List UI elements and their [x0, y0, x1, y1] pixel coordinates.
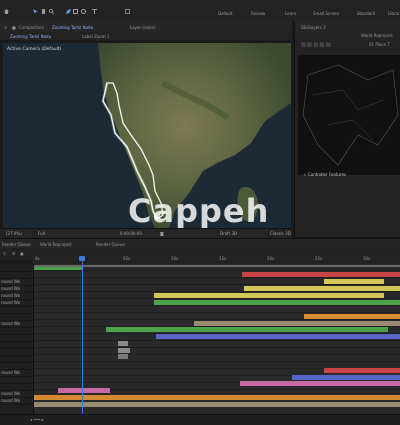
tab-composition-label[interactable]: Composition [19, 25, 44, 30]
snapshot-camera-icon[interactable]: ◙ [160, 231, 164, 236]
timeline-graph-icon[interactable]: ▣ [20, 251, 24, 256]
subtab-label-zoom[interactable]: Label Zoom 1 [82, 34, 109, 39]
close-icon[interactable]: × [4, 25, 7, 30]
timeline-status-bar: ◂ ━━━ ▸ [0, 414, 400, 425]
layer-bar[interactable] [324, 368, 400, 373]
layer-list: round Wo round Wo round Wo round Wo roun… [0, 264, 34, 414]
layer-bar[interactable] [244, 286, 400, 291]
snapping-checkbox-icon[interactable] [125, 9, 130, 14]
timecode-readout[interactable]: 0:00:00:00 [120, 231, 142, 236]
layer-name: round Wo [1, 321, 21, 326]
composition-subtab-bar: Zooming Tamil Nadu Label Zoom 1 [0, 32, 292, 40]
layer-bar[interactable] [106, 327, 388, 332]
resolution-select[interactable]: Full [38, 231, 45, 236]
layer-name: round Wo [1, 398, 21, 403]
layer-name: round Wo [1, 370, 21, 375]
timeline-search-icon[interactable]: ⚲ [3, 251, 6, 256]
composition-icon: ■ [12, 25, 16, 30]
workspace-default[interactable]: Default [218, 11, 233, 16]
world-reproject-label: World Reproject [361, 33, 393, 38]
tab-composition-name[interactable]: Zooming Tamil Nadu [52, 25, 93, 30]
place-label[interactable]: 01 Place T [369, 42, 390, 47]
layer-bar[interactable] [240, 381, 400, 386]
text-icon[interactable] [92, 9, 97, 14]
work-area-bar[interactable] [34, 265, 400, 267]
timeline-switch-icon[interactable]: ⚙ [12, 251, 16, 256]
tick-label: 10s [171, 256, 179, 261]
tick-label: 05s [123, 256, 131, 261]
right-panel-tabs: GEOlayers 3 World Reproject [295, 22, 400, 38]
layer-bar[interactable] [194, 321, 400, 326]
composition-tab-bar: × ■ Composition Zooming Tamil Nadu Layer… [0, 22, 292, 32]
tick-label: 15s [219, 256, 227, 261]
mini-map-preview[interactable] [298, 55, 400, 175]
rectangle-icon[interactable] [73, 9, 78, 14]
rotate-icon[interactable] [81, 9, 86, 14]
time-ruler[interactable]: 0s 05s 10s 15s 20s 25s 30s [33, 256, 400, 264]
active-camera-label: Active Camera (Default) [7, 47, 62, 52]
geolayers-icon-row: ⬛ ⬛ ⬛ ⬛ ⬛ [301, 42, 331, 47]
layer-name: round Wo [1, 279, 21, 284]
zoom-slider-icon[interactable]: ◂ ━━━ ▸ [30, 417, 44, 422]
workspace-libraries[interactable]: Librar [388, 11, 400, 16]
tick-label: 20s [267, 256, 275, 261]
tick-label: 25s [315, 256, 323, 261]
layer-bar[interactable] [118, 348, 130, 353]
selection-icon[interactable] [33, 9, 38, 14]
hand-icon[interactable] [41, 9, 46, 14]
layer-bar[interactable] [154, 293, 384, 298]
pen-icon[interactable] [66, 9, 71, 14]
tick-label: 0s [35, 256, 40, 261]
layer-bar[interactable] [324, 279, 384, 284]
layer-bar[interactable] [156, 334, 400, 339]
workspace-review[interactable]: Review [251, 11, 265, 16]
layer-bar[interactable] [304, 314, 400, 319]
view-select[interactable]: Classic 3D [270, 231, 291, 236]
timeline-tracks[interactable] [34, 264, 400, 414]
layer-bar[interactable] [154, 300, 400, 305]
layer-bar[interactable] [118, 354, 128, 359]
viewer-footer: (27.9%) Full 0:00:00:00 ◙ Draft 3D Class… [0, 228, 292, 238]
zoom-level-select[interactable]: (27.9%) [6, 231, 22, 236]
workspace-learn[interactable]: Learn [285, 11, 296, 16]
playhead[interactable] [82, 256, 83, 424]
top-toolbar: Default Review Learn Small Screen Standa… [0, 0, 400, 23]
zoom-icon[interactable] [48, 8, 55, 15]
layer-bar[interactable] [34, 395, 400, 400]
layer-bar[interactable] [34, 402, 400, 407]
right-panel: GEOlayers 3 World Reproject 01 Place T ⬛… [294, 22, 400, 237]
workspace-small-screen[interactable]: Small Screen [313, 11, 339, 16]
layer-bar[interactable] [58, 388, 110, 393]
tick-label: 30s [363, 256, 371, 261]
renderer-select[interactable]: Draft 3D [220, 231, 237, 236]
layer-bar[interactable] [242, 272, 400, 277]
tab-layer[interactable]: Layer (none) [130, 25, 156, 30]
tab-render-queue-2[interactable]: Render Queue [96, 242, 125, 247]
tab-geolayers[interactable]: GEOlayers 3 [301, 25, 326, 30]
tab-render-queue[interactable]: Render Queue [2, 242, 31, 247]
watermark-text: Cappeh [128, 192, 270, 230]
controller-features-item[interactable]: ☆ Controller Features [303, 172, 346, 177]
layer-name: round Wo [1, 300, 21, 305]
layer-row[interactable]: round Wo [0, 397, 33, 405]
workspace-standard[interactable]: Standard [357, 11, 375, 16]
layer-name: round Wo [1, 286, 21, 291]
layer-bar[interactable] [118, 341, 128, 346]
subtab-zooming[interactable]: Zooming Tamil Nadu [10, 34, 51, 39]
home-icon[interactable] [4, 9, 9, 14]
layer-name: round Wo [1, 391, 21, 396]
layer-name: round Wo [1, 293, 21, 298]
controller-features-label: Controller Features [307, 172, 347, 177]
layer-bar[interactable] [292, 375, 400, 380]
tab-world-reproject[interactable]: World Reproject [40, 242, 72, 247]
